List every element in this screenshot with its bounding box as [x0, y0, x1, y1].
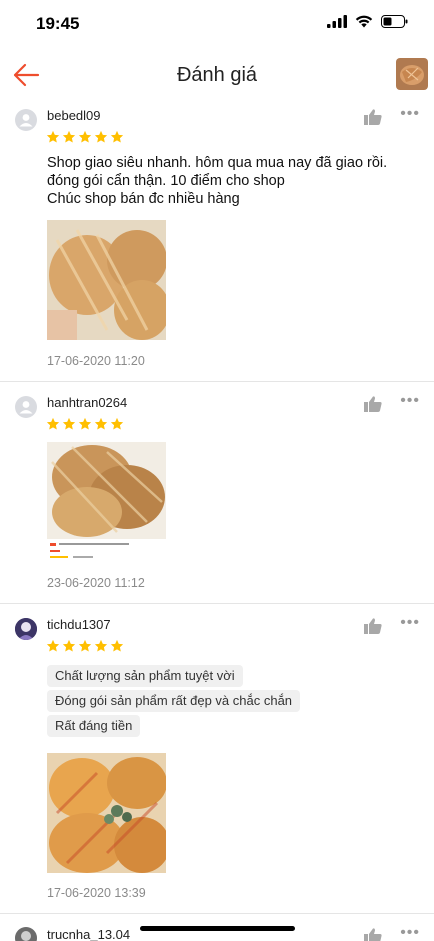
- like-icon[interactable]: [364, 928, 382, 941]
- more-options-icon[interactable]: •••: [400, 615, 420, 631]
- status-time: 19:45: [36, 14, 80, 33]
- star-icon: [110, 417, 124, 430]
- review-tag: Rất đáng tiền: [47, 715, 141, 737]
- review-comment: Shop giao siêu nhanh. hôm qua mua nay đã…: [47, 155, 388, 207]
- star-icon: [94, 130, 108, 143]
- status-icons: [327, 15, 408, 28]
- star-icon: [94, 417, 108, 430]
- divider: [0, 603, 434, 604]
- star-icon: [46, 417, 60, 430]
- like-icon[interactable]: [364, 618, 382, 634]
- star-rating: [46, 130, 124, 144]
- star-icon: [94, 639, 108, 652]
- star-icon: [62, 417, 76, 430]
- like-icon[interactable]: [364, 396, 382, 412]
- username[interactable]: trucnha_13.04: [47, 927, 130, 941]
- avatar[interactable]: [15, 109, 37, 131]
- photo-image: [47, 220, 166, 340]
- home-indicator[interactable]: [140, 926, 295, 931]
- star-icon: [78, 639, 92, 652]
- avatar[interactable]: [15, 927, 37, 941]
- header: Đánh giá: [0, 52, 434, 100]
- star-rating: [46, 417, 124, 431]
- wifi-icon: [355, 15, 373, 28]
- username[interactable]: bebedl09: [47, 108, 101, 123]
- star-icon: [110, 130, 124, 143]
- review-photo[interactable]: [47, 220, 166, 340]
- review-item: hanhtran0264 ••• 23-06-2020 11:12: [0, 393, 434, 603]
- review-photo[interactable]: [47, 442, 166, 562]
- more-options-icon[interactable]: •••: [400, 393, 420, 409]
- username[interactable]: tichdu1307: [47, 617, 111, 632]
- review-item: tichdu1307 ••• Chất lượng sản phẩm tuyệt…: [0, 615, 434, 913]
- star-icon: [62, 130, 76, 143]
- profile-photo-icon: [15, 927, 37, 941]
- divider: [0, 381, 434, 382]
- review-item: bebedl09 ••• Shop giao siêu nhanh. hôm q…: [0, 106, 434, 381]
- username[interactable]: hanhtran0264: [47, 395, 127, 410]
- user-icon: [19, 401, 33, 414]
- profile-photo-icon: [15, 618, 37, 640]
- product-image: [396, 58, 428, 90]
- like-icon[interactable]: [364, 109, 382, 125]
- divider: [0, 913, 434, 914]
- star-icon: [46, 639, 60, 652]
- signal-icon: [327, 15, 347, 28]
- user-icon: [19, 114, 33, 127]
- star-icon: [62, 639, 76, 652]
- review-date: 17-06-2020 13:39: [47, 886, 146, 900]
- review-date: 17-06-2020 11:20: [47, 354, 145, 368]
- battery-icon: [381, 15, 408, 28]
- product-thumbnail[interactable]: [396, 58, 428, 90]
- star-icon: [78, 130, 92, 143]
- avatar[interactable]: [15, 396, 37, 418]
- more-options-icon[interactable]: •••: [400, 925, 420, 941]
- review-tag: Chất lượng sản phẩm tuyệt vời: [47, 665, 243, 687]
- star-rating: [46, 639, 124, 653]
- page-title: Đánh giá: [176, 64, 258, 86]
- more-options-icon[interactable]: •••: [400, 106, 420, 122]
- avatar[interactable]: [15, 618, 37, 640]
- photo-image: [47, 753, 166, 873]
- star-icon: [110, 639, 124, 652]
- review-photo[interactable]: [47, 753, 166, 873]
- review-date: 23-06-2020 11:12: [47, 576, 145, 590]
- review-tag: Đóng gói sản phẩm rất đẹp và chắc chắn: [47, 690, 301, 712]
- star-icon: [46, 130, 60, 143]
- photo-image: [47, 442, 166, 562]
- star-icon: [78, 417, 92, 430]
- status-bar: 19:45: [0, 0, 434, 48]
